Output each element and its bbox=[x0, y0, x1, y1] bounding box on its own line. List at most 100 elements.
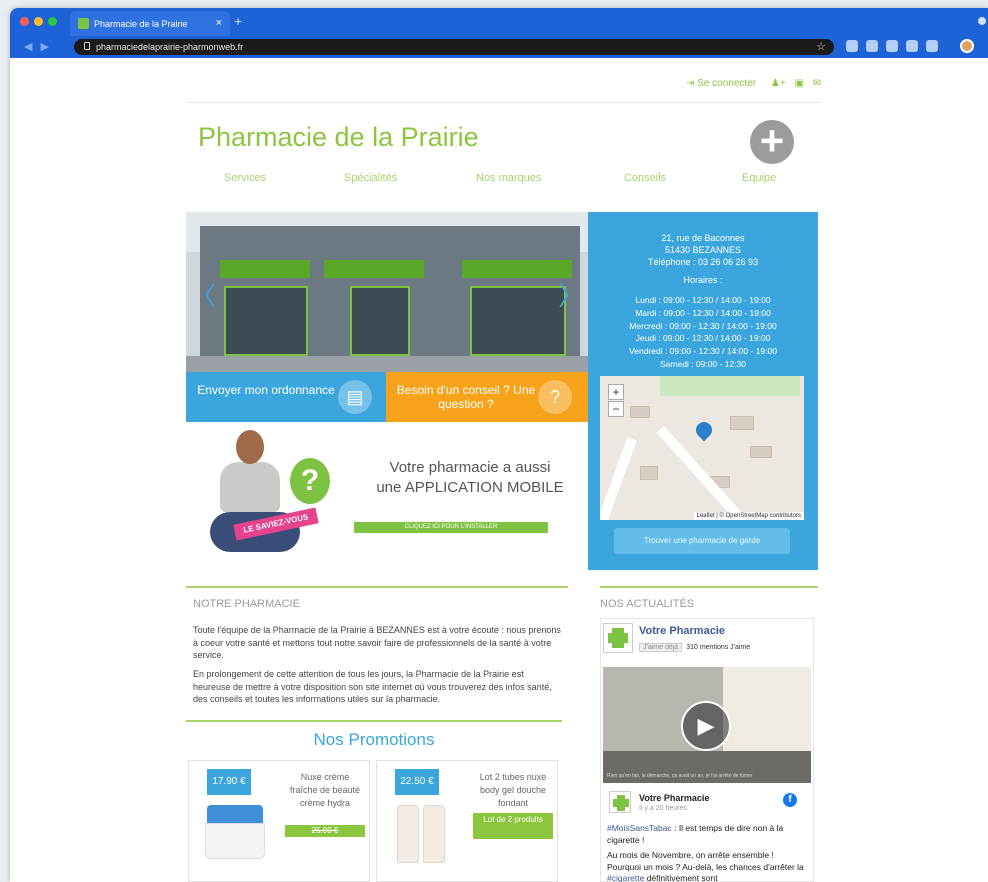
promo-price: 17.90 € bbox=[207, 769, 251, 795]
account-icon[interactable]: ♟+ bbox=[771, 78, 786, 89]
extension-icon[interactable] bbox=[866, 40, 878, 52]
site-title[interactable]: Pharmacie de la Prairie bbox=[198, 122, 479, 153]
map-zoom-out-button[interactable]: − bbox=[608, 401, 624, 417]
storefront-sign bbox=[220, 260, 310, 278]
play-icon[interactable]: ▶ bbox=[681, 701, 731, 751]
hashtag-link[interactable]: #cigarette bbox=[607, 873, 644, 882]
facebook-icon[interactable]: f bbox=[783, 793, 797, 807]
hours-line: Mardi : 09:00 - 12:30 / 14:00 - 19:00 bbox=[635, 307, 771, 318]
maximize-window-button[interactable] bbox=[48, 17, 57, 26]
top-links: ⇥ Se connecter ♟+ ▣ ✉ bbox=[686, 78, 827, 89]
storefront-window bbox=[224, 286, 308, 356]
new-tab-button[interactable]: + bbox=[234, 13, 242, 29]
carousel-prev-icon[interactable]: 〈 bbox=[190, 276, 216, 313]
back-forward-icons[interactable]: ◀▶ bbox=[24, 40, 57, 53]
promo-name[interactable]: Nuxe crème fraîche de beauté crème hydra bbox=[287, 771, 363, 810]
facebook-page-name[interactable]: Votre Pharmacie bbox=[639, 625, 725, 637]
post-text-3: définitivement sont bbox=[644, 873, 718, 882]
phone[interactable]: Téléphone : 03 26 06 26 93 bbox=[588, 256, 818, 268]
post-author[interactable]: Votre Pharmacie bbox=[639, 793, 709, 803]
tab-close-icon[interactable]: × bbox=[216, 17, 222, 29]
app-promo-line1: Votre pharmacie a aussi bbox=[389, 459, 551, 476]
hours-title: Horaires : bbox=[683, 275, 723, 285]
browser-tab[interactable]: Pharmacie de la Prairie × bbox=[70, 11, 230, 36]
url-text[interactable]: pharmaciedelaprairie-pharmonweb.fr bbox=[96, 42, 243, 52]
map-zoom-in-button[interactable]: + bbox=[608, 384, 624, 400]
send-prescription-button[interactable]: Envoyer mon ordonnance ▤ bbox=[186, 372, 386, 422]
nav-services[interactable]: Services bbox=[224, 172, 266, 184]
lock-icon bbox=[84, 42, 90, 50]
install-app-button[interactable]: CLIQUEZ ICI POUR L'INSTALLER bbox=[354, 522, 548, 533]
address-block: 21, rue de Baconnes 51430 BEZANNES Télép… bbox=[588, 232, 818, 268]
post-text: #MoisSansTabac : Il est temps de dire no… bbox=[607, 823, 807, 882]
map-park bbox=[660, 376, 800, 396]
location-map[interactable]: + − Leaflet | © OpenStreetMap contributo… bbox=[600, 376, 804, 520]
page-logo[interactable] bbox=[603, 623, 633, 653]
browser-window: Pharmacie de la Prairie × + ◀▶ pharmacie… bbox=[10, 8, 988, 882]
hero-carousel[interactable]: 〈 〉 bbox=[186, 212, 588, 372]
hours-line: Vendredi : 09:00 - 12:30 / 14:00 - 19:00 bbox=[629, 346, 777, 357]
ask-advice-button[interactable]: Besoin d'un conseil ? Une question ? ? bbox=[386, 372, 588, 422]
favicon-icon bbox=[78, 18, 89, 29]
nuxe-tubes-image bbox=[391, 805, 455, 863]
storefront-window bbox=[350, 286, 410, 356]
app-promo-line2: une APPLICATION MOBILE bbox=[376, 479, 564, 496]
hero-road bbox=[186, 356, 588, 372]
question-icon: ? bbox=[538, 380, 572, 414]
hours-line: Jeudi : 09:00 - 12:30 / 14:00 - 19:00 bbox=[635, 333, 771, 344]
address-bar[interactable]: pharmaciedelaprairie-pharmonweb.fr ☆ bbox=[74, 39, 834, 55]
jar-lid bbox=[207, 805, 263, 823]
logo-cross-h bbox=[608, 633, 628, 643]
carousel-next-icon[interactable]: 〉 bbox=[558, 276, 584, 313]
extension-icon[interactable] bbox=[926, 40, 938, 52]
pharmacy-storefront-image bbox=[200, 226, 580, 356]
extension-icon[interactable] bbox=[886, 40, 898, 52]
prescription-icon: ▤ bbox=[338, 380, 372, 414]
promo-card[interactable]: 22.50 € Lot 2 tubes nuxe body gel douche… bbox=[376, 760, 558, 882]
nav-equipe[interactable]: Equipe bbox=[742, 172, 776, 184]
close-window-button[interactable] bbox=[20, 17, 29, 26]
promo-name[interactable]: Lot 2 tubes nuxe body gel douche fondant bbox=[475, 771, 551, 810]
post-avatar[interactable] bbox=[609, 791, 631, 813]
map-building bbox=[640, 466, 658, 480]
storefront-sign bbox=[324, 260, 424, 278]
mobile-app-promo[interactable]: ? LE SAVIEZ-VOUS Votre pharmacie a aussi… bbox=[186, 422, 588, 570]
hashtag-link[interactable]: #MoisSansTabac bbox=[607, 823, 672, 833]
nav-conseils[interactable]: Conseils bbox=[624, 172, 666, 184]
menu-plus-button[interactable]: + bbox=[750, 120, 794, 164]
section-divider bbox=[186, 586, 568, 588]
actualites-title: NOS ACTUALITÉS bbox=[600, 598, 695, 610]
hours-list: Lundi : 09:00 - 12:30 / 14:00 - 19:00 Ma… bbox=[588, 294, 818, 371]
extension-icon[interactable] bbox=[906, 40, 918, 52]
intro-paragraph: Toute l'équipe de la Pharmacie de la Pra… bbox=[193, 625, 561, 660]
profile-avatar[interactable] bbox=[960, 39, 974, 53]
mail-icon[interactable]: ✉ bbox=[813, 78, 821, 89]
promo-card[interactable]: 17.90 € Nuxe crème fraîche de beauté crè… bbox=[188, 760, 370, 882]
map-marker-icon[interactable] bbox=[692, 418, 716, 442]
video-player[interactable]: ▶ Rien qu'en fait, la démarche, ça avait… bbox=[603, 667, 811, 783]
find-on-duty-pharmacy-button[interactable]: Trouver une pharmacie de garde bbox=[614, 528, 790, 554]
nav-specialites[interactable]: Spécialités bbox=[344, 172, 397, 184]
facebook-icon[interactable]: ▣ bbox=[794, 78, 803, 89]
login-link[interactable]: ⇥ Se connecter bbox=[686, 78, 762, 89]
minimize-window-button[interactable] bbox=[34, 17, 43, 26]
nav-nos-marques[interactable]: Nos marques bbox=[476, 172, 541, 184]
web-page: ⇥ Se connecter ♟+ ▣ ✉ Pharmacie de la Pr… bbox=[10, 58, 988, 882]
tab-bar: Pharmacie de la Prairie × + bbox=[10, 8, 988, 36]
browser-menu-icon[interactable] bbox=[978, 17, 986, 25]
header-divider bbox=[186, 102, 822, 103]
facebook-feed-widget[interactable]: Votre Pharmacie J'aime déjà 310 mentions … bbox=[600, 618, 814, 882]
post-time[interactable]: Il y a 20 heures bbox=[639, 805, 687, 812]
map-attribution[interactable]: Leaflet | © OpenStreetMap contributors bbox=[693, 512, 804, 520]
like-button[interactable]: J'aime déjà bbox=[639, 643, 683, 652]
post-text-2: Au mois de Novembre, on arrête ensemble … bbox=[607, 850, 804, 872]
old-price: 25.00 € bbox=[285, 825, 365, 837]
extension-icon[interactable] bbox=[846, 40, 858, 52]
hours-line: Lundi : 09:00 - 12:30 / 14:00 - 19:00 bbox=[635, 295, 771, 305]
bundle-tag: Lot de 2 produits bbox=[473, 813, 553, 839]
avatar-cross-v bbox=[617, 795, 625, 811]
bookmark-star-icon[interactable]: ☆ bbox=[816, 40, 826, 53]
address-bar-row: ◀▶ pharmaciedelaprairie-pharmonweb.fr ☆ bbox=[10, 36, 988, 58]
likes-count: 310 mentions J'aime bbox=[686, 644, 751, 651]
question-bubble-icon: ? bbox=[290, 458, 330, 504]
